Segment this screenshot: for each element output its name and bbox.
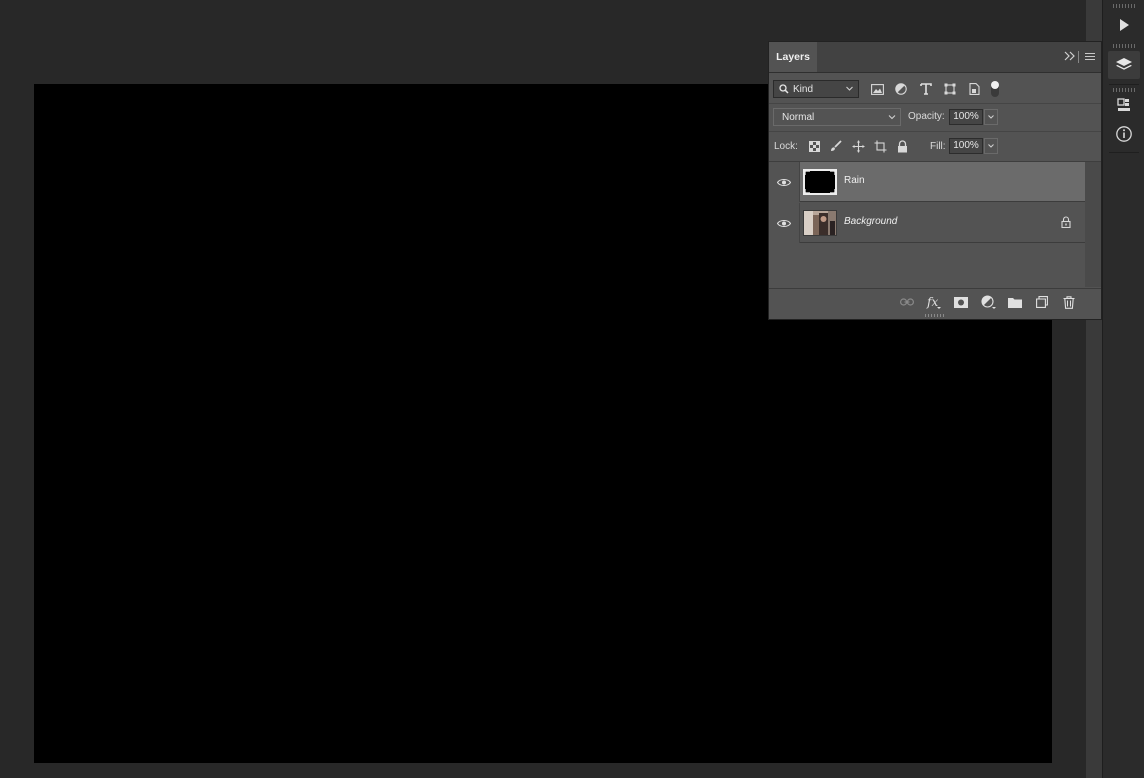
layer-name[interactable]: Rain bbox=[844, 175, 865, 186]
visibility-toggle[interactable] bbox=[769, 203, 800, 243]
lock-icon bbox=[1061, 216, 1071, 228]
opacity-label: Opacity: bbox=[908, 111, 945, 122]
layer-row[interactable]: Rain bbox=[769, 162, 1085, 202]
strip-grip[interactable] bbox=[1113, 4, 1135, 8]
eye-icon bbox=[777, 178, 791, 186]
lock-transparent-pixels-icon[interactable] bbox=[807, 139, 821, 153]
image-filter-icon[interactable] bbox=[870, 82, 884, 96]
lock-artboard-icon[interactable] bbox=[873, 139, 887, 153]
lock-image-pixels-icon[interactable] bbox=[829, 139, 843, 153]
lock-fill-row: Lock: Fill: 100% bbox=[769, 132, 1101, 162]
libraries-icon[interactable] bbox=[1108, 92, 1140, 120]
adjustment-filter-icon[interactable] bbox=[894, 82, 908, 96]
new-layer-icon[interactable] bbox=[1034, 295, 1050, 309]
fill-input[interactable]: 100% bbox=[949, 138, 983, 154]
add-mask-icon[interactable] bbox=[953, 295, 969, 309]
fill-label: Fill: bbox=[930, 141, 946, 152]
chevron-down-icon bbox=[988, 115, 994, 119]
eye-icon bbox=[777, 219, 791, 227]
fill-dropdown[interactable] bbox=[984, 138, 998, 154]
panel-resize-grip[interactable] bbox=[925, 314, 945, 317]
panel-tab-bar: Layers bbox=[769, 42, 1101, 73]
lock-position-icon[interactable] bbox=[851, 139, 865, 153]
layers-list: Rain Background bbox=[769, 162, 1085, 287]
chevron-down-icon bbox=[988, 144, 994, 148]
chevron-down-icon bbox=[888, 115, 896, 120]
info-icon[interactable] bbox=[1108, 120, 1140, 148]
filter-toggle[interactable] bbox=[991, 81, 999, 97]
layers-panel-footer: fx bbox=[769, 288, 1101, 315]
tab-layers[interactable]: Layers bbox=[769, 42, 817, 72]
collapse-panel-icon[interactable] bbox=[1063, 50, 1077, 64]
lock-label: Lock: bbox=[774, 141, 798, 152]
opacity-input[interactable]: 100% bbox=[949, 109, 983, 125]
layer-thumbnail bbox=[803, 210, 837, 236]
lock-all-icon[interactable] bbox=[895, 139, 909, 153]
layer-thumbnail bbox=[803, 169, 837, 195]
smart-object-filter-icon[interactable] bbox=[967, 82, 981, 96]
fx-icon[interactable]: fx bbox=[926, 295, 942, 309]
right-panel-strip bbox=[1102, 0, 1144, 778]
delete-layer-icon[interactable] bbox=[1061, 295, 1077, 309]
layer-name[interactable]: Background bbox=[844, 216, 897, 227]
filter-kind-label: Kind bbox=[793, 83, 814, 95]
opacity-dropdown[interactable] bbox=[984, 109, 998, 125]
strip-grip-2[interactable] bbox=[1113, 44, 1135, 48]
layer-filter-row: Kind bbox=[769, 73, 1101, 104]
search-icon bbox=[779, 84, 789, 94]
svg-text:fx: fx bbox=[926, 295, 938, 309]
blend-mode-select[interactable]: Normal bbox=[773, 108, 901, 126]
blend-mode-value: Normal bbox=[782, 112, 815, 123]
type-filter-icon[interactable] bbox=[919, 82, 933, 96]
link-layers-icon[interactable] bbox=[899, 295, 915, 309]
visibility-toggle[interactable] bbox=[769, 162, 800, 202]
layers-panel: Layers Kind Normal Opacity: 100% Lock: F… bbox=[768, 41, 1102, 320]
layers-icon[interactable] bbox=[1108, 51, 1140, 79]
chevron-down-icon bbox=[846, 86, 853, 91]
play-icon[interactable] bbox=[1108, 11, 1140, 39]
new-group-icon[interactable] bbox=[1007, 295, 1023, 309]
blend-opacity-row: Normal Opacity: 100% bbox=[769, 104, 1101, 132]
layers-list-scrollbar[interactable] bbox=[1085, 162, 1101, 287]
layer-row[interactable]: Background bbox=[769, 203, 1085, 243]
new-adjustment-layer-icon[interactable] bbox=[981, 295, 997, 309]
panel-menu-icon[interactable] bbox=[1083, 51, 1097, 63]
filter-kind-select[interactable]: Kind bbox=[773, 80, 859, 98]
shape-filter-icon[interactable] bbox=[943, 82, 957, 96]
